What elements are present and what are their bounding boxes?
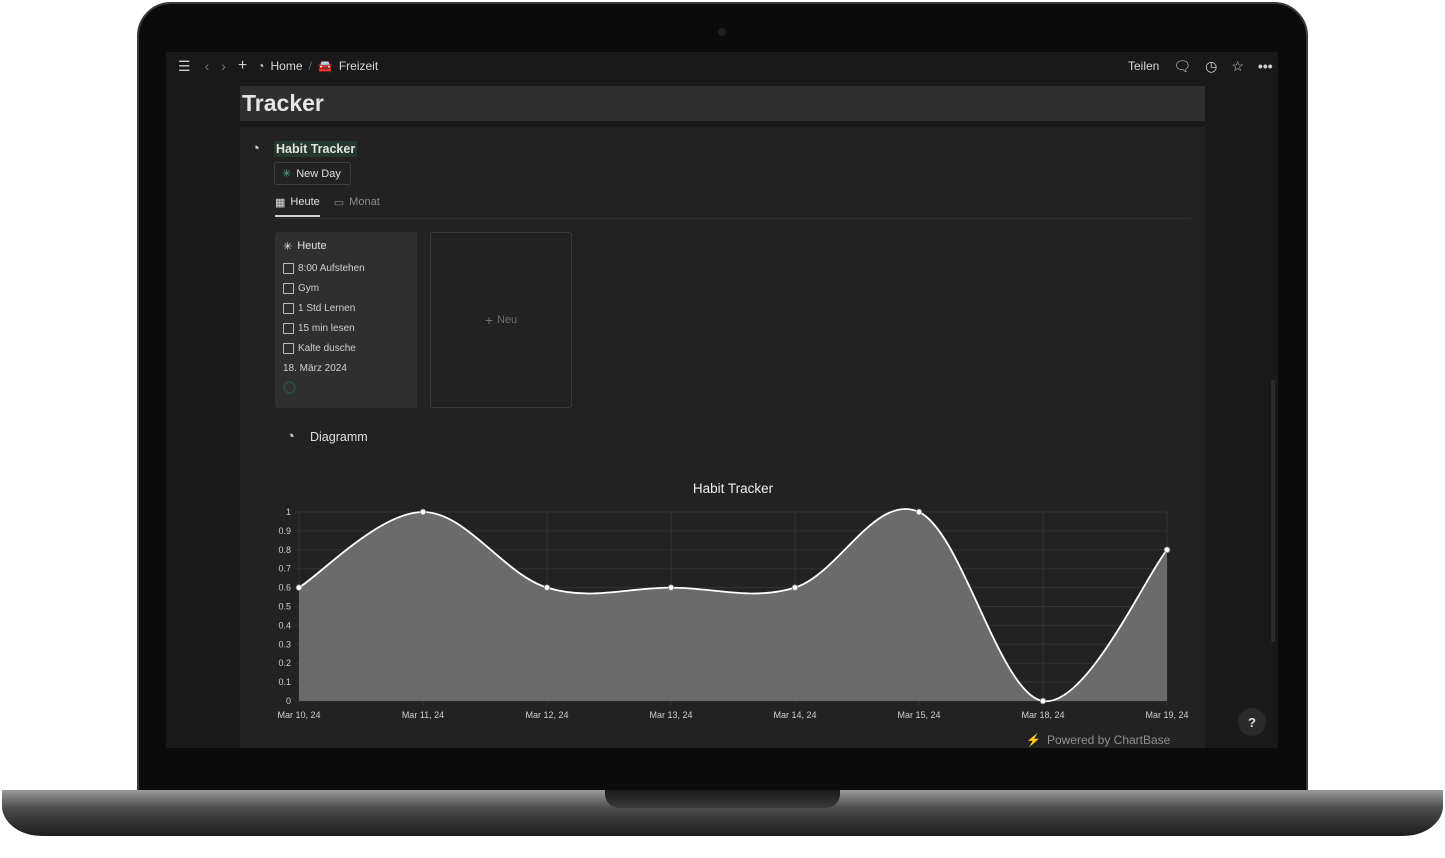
y-tick-label: 0.2 [278, 658, 291, 668]
data-point[interactable] [791, 584, 799, 591]
bolt-icon: ⚡ [1026, 733, 1041, 747]
chart-title: Habit Tracker [693, 481, 774, 496]
notion-window: ☰ ‹ › + ◔ Home / 🚘 Freizeit Teilen 🗨 ◷ ☆… [166, 52, 1278, 748]
x-tick-label: Mar 12, 24 [525, 710, 568, 720]
data-point[interactable] [543, 584, 551, 591]
y-tick-label: 0.4 [278, 620, 291, 630]
y-tick-label: 0.5 [278, 602, 291, 612]
y-tick-label: 1 [286, 507, 291, 517]
help-button[interactable]: ? [1238, 708, 1266, 736]
y-tick-label: 0.7 [278, 564, 291, 574]
y-tick-label: 0.6 [278, 583, 291, 593]
data-point[interactable] [667, 584, 675, 591]
x-tick-label: Mar 11, 24 [402, 710, 444, 720]
x-tick-label: Mar 14, 24 [773, 710, 816, 720]
y-tick-label: 0.1 [278, 677, 291, 687]
data-point[interactable] [295, 584, 303, 591]
powered-by-link[interactable]: ⚡ Powered by ChartBase [1026, 733, 1170, 747]
data-point[interactable] [1163, 546, 1171, 553]
scrollbar[interactable] [1271, 380, 1275, 642]
habit-chart: Habit Tracker 0 0.1 0.2 0.3 0.4 0.5 0.6 0.7 0.8 0… [277, 481, 1188, 720]
data-point[interactable] [419, 508, 427, 516]
x-tick-label: Mar 18, 24 [1021, 710, 1064, 720]
powered-by-label: Powered by ChartBase [1046, 733, 1171, 747]
y-tick-label: 0.9 [278, 526, 291, 536]
y-tick-label: 0 [286, 696, 291, 706]
data-point[interactable] [1039, 697, 1047, 705]
x-tick-label: Mar 15, 24 [897, 710, 940, 720]
area-fill [299, 508, 1167, 702]
data-point[interactable] [915, 508, 923, 516]
y-tick-label: 0.8 [278, 545, 291, 555]
y-tick-label: 0.3 [278, 639, 291, 649]
x-tick-label: Mar 13, 24 [649, 710, 692, 720]
laptop-notch [605, 790, 840, 808]
camera [718, 28, 726, 36]
x-tick-label: Mar 10, 24 [277, 710, 320, 720]
x-tick-label: Mar 19, 24 [1145, 710, 1188, 720]
